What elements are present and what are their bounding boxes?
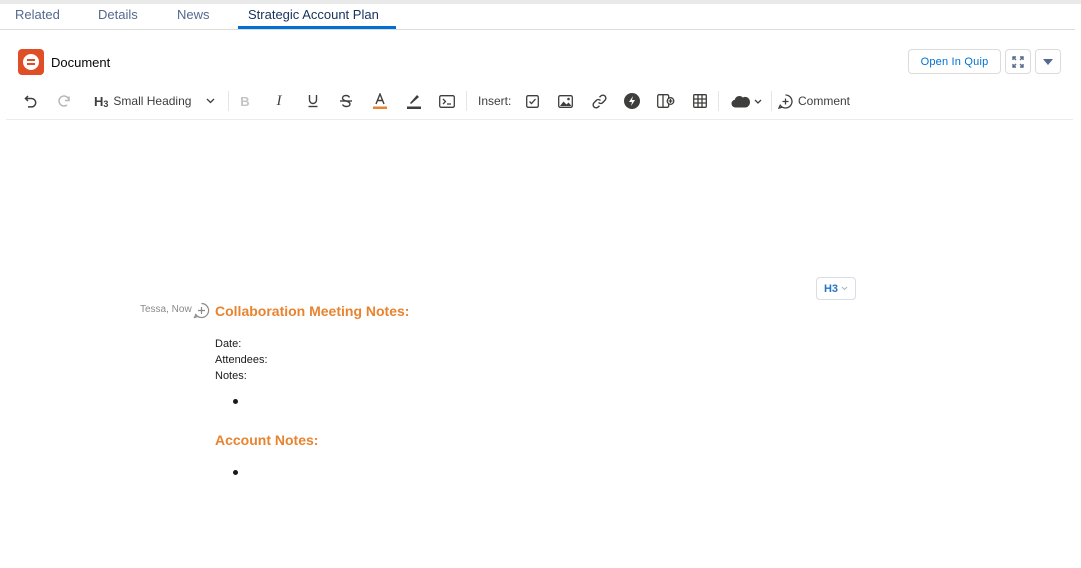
tab-strategic-account-plan[interactable]: Strategic Account Plan — [248, 7, 379, 22]
salesforce-data-dropdown[interactable] — [729, 92, 763, 110]
insert-label: Insert: — [478, 94, 512, 108]
strikethrough-icon[interactable] — [338, 92, 354, 110]
image-icon[interactable] — [557, 92, 573, 110]
chevron-down-icon — [754, 99, 761, 104]
table-icon[interactable] — [692, 92, 708, 110]
toolbar-divider — [466, 91, 467, 111]
toolbar-divider — [771, 91, 772, 111]
chevron-down-icon — [206, 98, 215, 104]
heading-style-pill-label: H3 — [823, 282, 839, 295]
live-app-icon[interactable] — [624, 92, 640, 110]
quip-logo-icon — [18, 49, 44, 75]
paragraph-style-dropdown[interactable]: H3 Small Heading — [94, 92, 220, 110]
bold-icon[interactable]: B — [237, 92, 253, 110]
active-tab-indicator — [238, 26, 396, 29]
account-notes-heading[interactable]: Account Notes: — [215, 432, 318, 448]
redo-icon[interactable] — [55, 92, 73, 110]
salesforce-icon — [731, 95, 750, 107]
open-in-quip-button[interactable]: Open In Quip — [908, 49, 1001, 74]
heading-style-pill[interactable]: H3 — [816, 277, 856, 300]
attendees-line[interactable]: Attendees: — [215, 354, 268, 366]
date-line[interactable]: Date: — [215, 338, 241, 350]
tab-related[interactable]: Related — [15, 7, 60, 22]
expand-icon[interactable] — [1005, 49, 1031, 74]
text-color-icon[interactable] — [372, 92, 388, 110]
bullet-list-item[interactable] — [233, 470, 238, 475]
checklist-icon[interactable] — [524, 92, 540, 110]
caret-down-icon — [1043, 58, 1053, 65]
editor-toolbar: H3 Small Heading B I Insert: Comment — [6, 86, 1073, 120]
link-icon[interactable] — [591, 92, 607, 110]
comment-icon — [778, 93, 793, 109]
add-comment-icon[interactable] — [193, 302, 210, 319]
collaboration-notes-heading[interactable]: Collaboration Meeting Notes: — [215, 303, 409, 319]
spreadsheet-icon[interactable] — [657, 92, 675, 110]
record-tabs: Related Details News Strategic Account P… — [0, 4, 1075, 30]
bullet-list-item[interactable] — [233, 399, 238, 404]
comment-label: Comment — [798, 94, 851, 108]
underline-icon[interactable] — [305, 92, 321, 110]
comment-button[interactable]: Comment — [778, 92, 850, 110]
document-header: Document — [18, 49, 110, 75]
code-icon[interactable] — [438, 92, 456, 110]
heading-3-icon: H3 — [94, 93, 109, 109]
toolbar-divider — [228, 91, 229, 111]
notes-line[interactable]: Notes: — [215, 370, 247, 382]
italic-icon[interactable]: I — [271, 92, 287, 110]
chevron-down-icon — [841, 286, 848, 291]
undo-icon[interactable] — [22, 92, 40, 110]
dropdown-menu-button[interactable] — [1035, 49, 1061, 74]
document-title: Document — [51, 54, 111, 70]
paragraph-style-label: Small Heading — [113, 94, 192, 108]
toolbar-divider — [718, 91, 719, 111]
highlight-icon[interactable] — [406, 92, 422, 110]
tab-details[interactable]: Details — [98, 7, 138, 22]
author-timestamp: Tessa, Now — [140, 304, 192, 315]
tab-news[interactable]: News — [177, 7, 210, 22]
